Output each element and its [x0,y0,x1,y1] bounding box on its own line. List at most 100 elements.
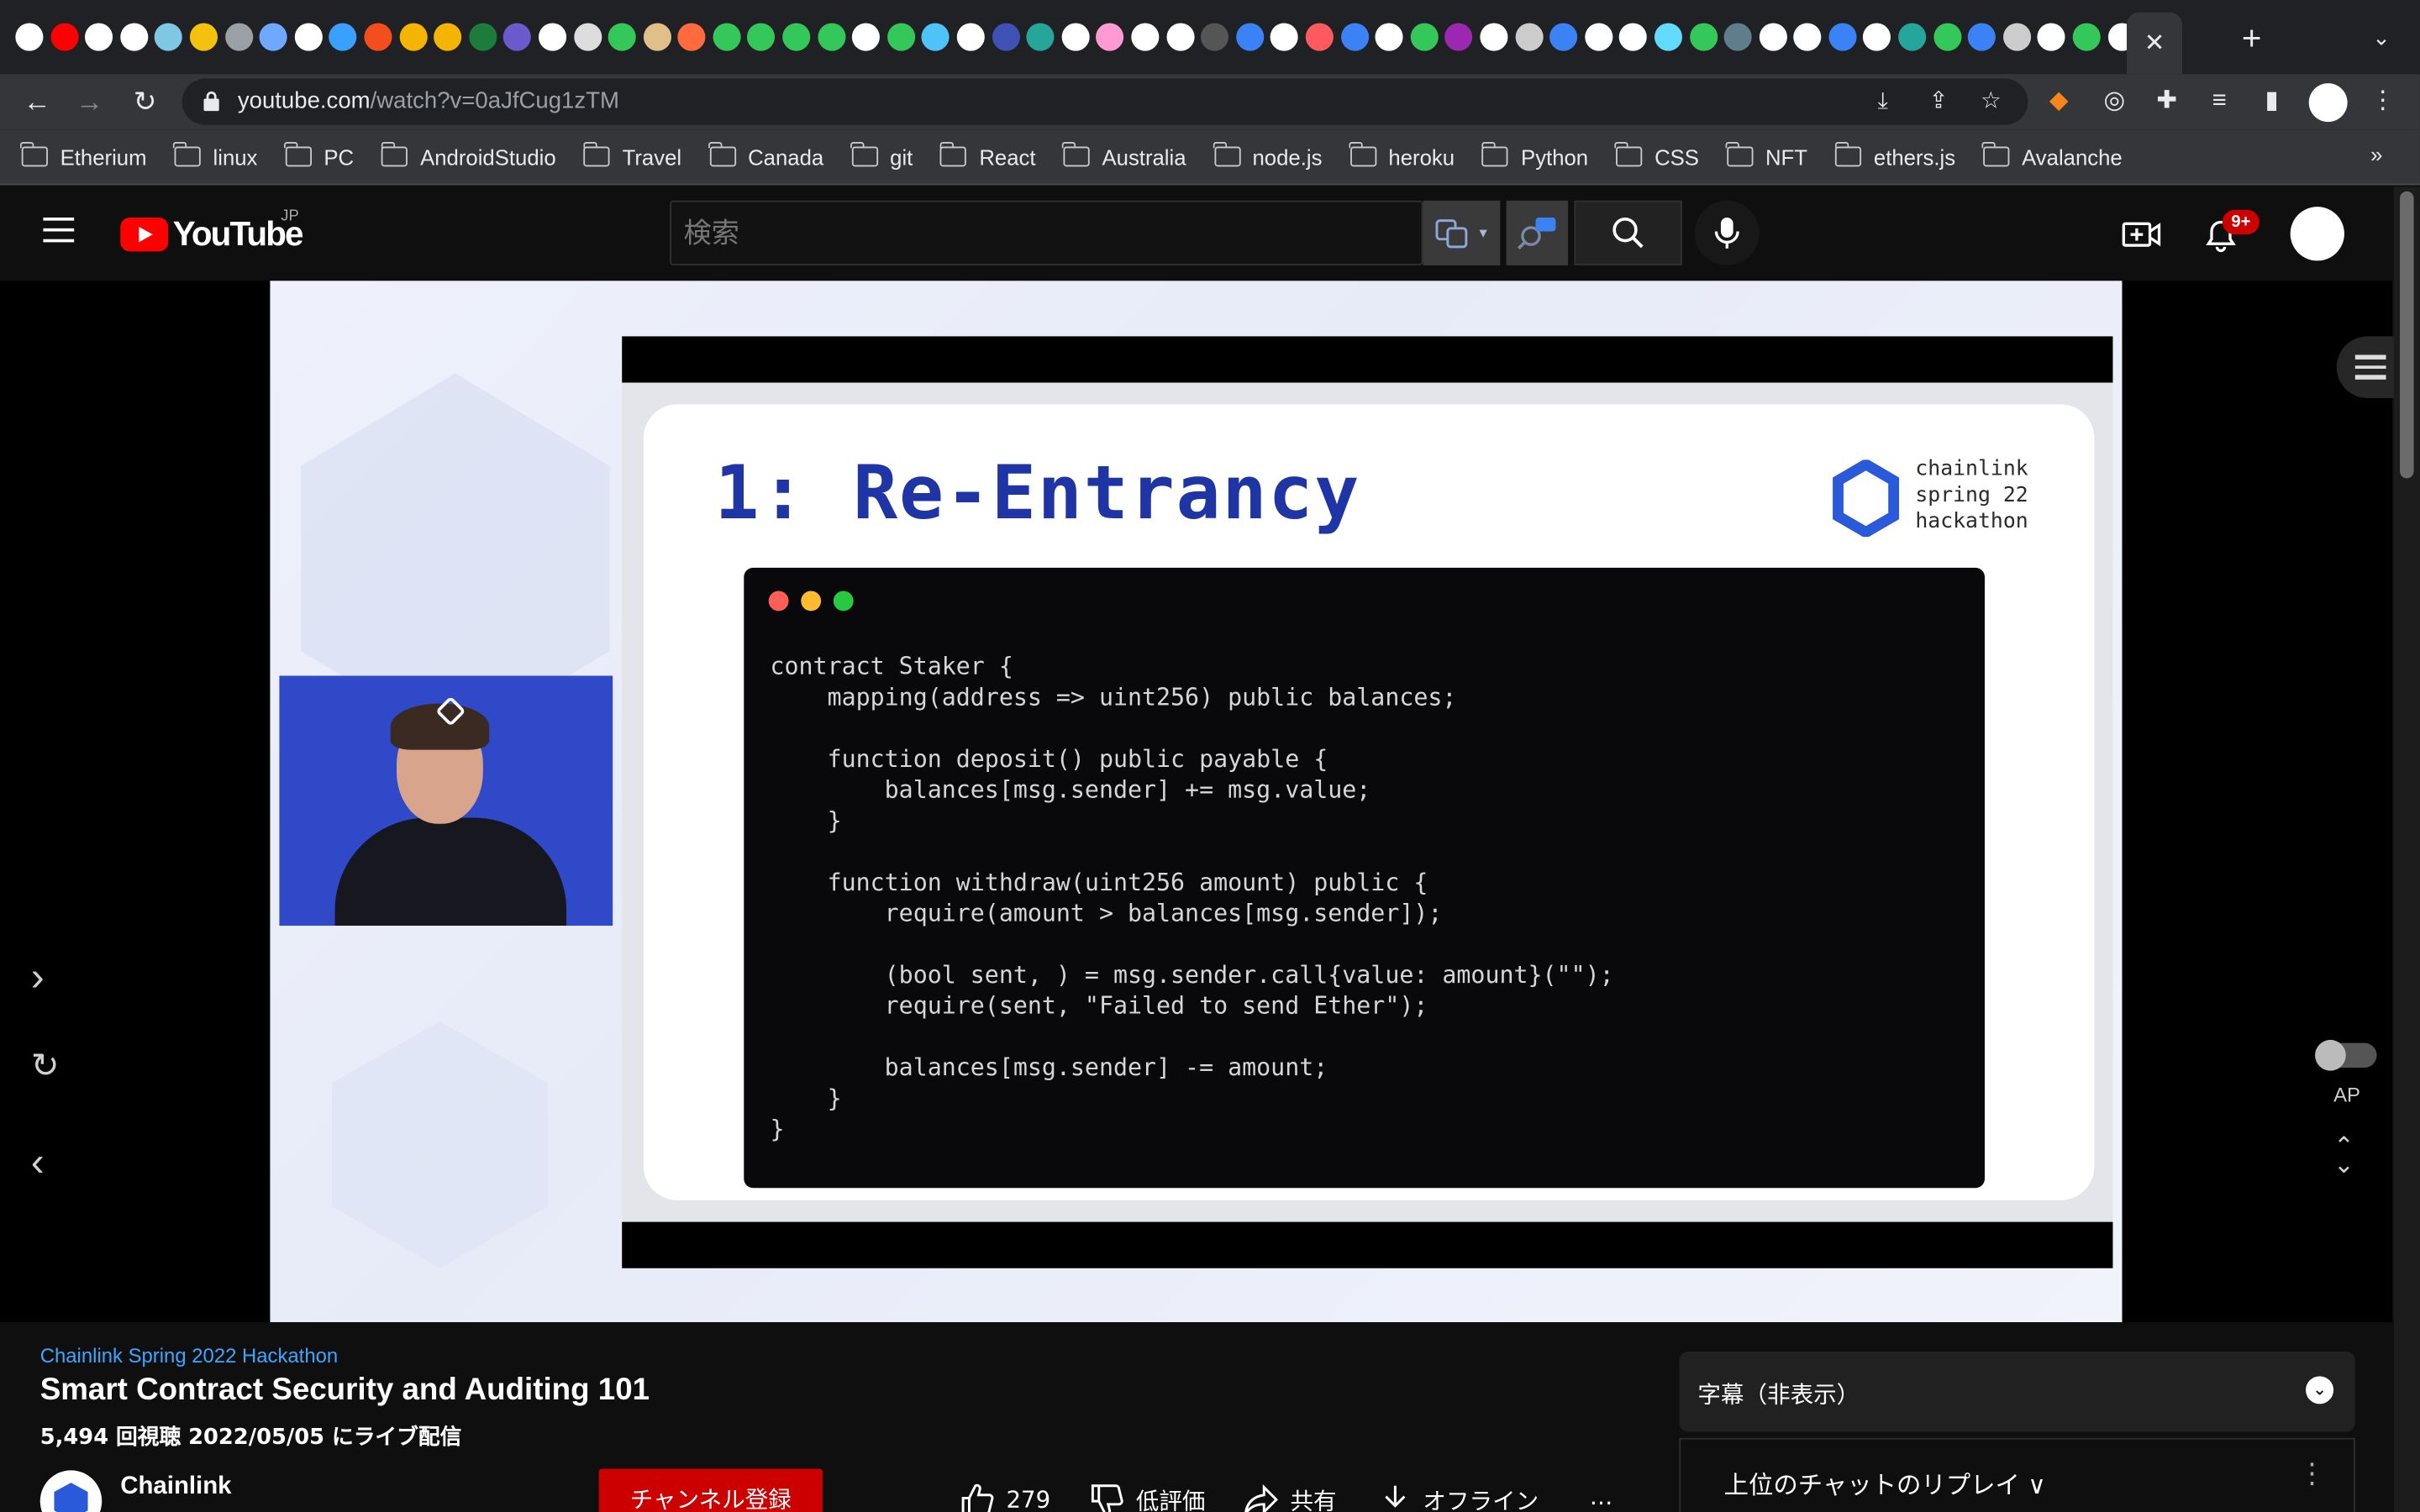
app-icon[interactable] [1201,23,1229,51]
bookmark-folder[interactable]: heroku [1349,141,1455,169]
new-tab-button[interactable]: + [2235,21,2269,55]
chrome-icon[interactable] [294,23,323,51]
bookmarks-overflow-button[interactable]: » [2370,142,2382,166]
app-icon[interactable] [1061,23,1090,51]
tab-search-icon[interactable]: ⌄ [2367,24,2395,52]
video-frame[interactable]: 1: Re-Entrancy chainlink spring 22 hacka… [270,281,2123,1323]
active-tab-close-button[interactable]: ✕ [2126,12,2183,75]
bookmark-folder[interactable]: Etherium [20,141,147,169]
youtube-logo[interactable]: YouTube [120,214,304,255]
chevron-down-icon[interactable]: ⌄ [2306,1376,2334,1404]
chrome-icon[interactable] [1480,23,1508,51]
app-icon[interactable] [677,23,706,51]
share-icon[interactable]: ⇪ [1923,87,1954,118]
butterfly-icon[interactable] [259,23,287,51]
app-icon[interactable] [1340,23,1369,51]
github-icon[interactable] [1165,23,1194,51]
share-button[interactable]: 共有 [1244,1483,1337,1512]
autoplay-toggle[interactable] [2315,1039,2377,1071]
search-input[interactable] [671,202,1422,265]
chrome-icon[interactable] [1270,23,1299,51]
figma-icon[interactable] [364,23,392,51]
github-icon[interactable] [1375,23,1403,51]
app-icon[interactable] [1898,23,1927,51]
app-icon[interactable] [1584,23,1612,51]
bookmark-folder[interactable]: git [850,141,913,169]
translate-extension-button[interactable]: ▾ [1423,200,1501,265]
back-button[interactable]: ← [18,83,55,120]
chrome-icon[interactable] [1863,23,1891,51]
profile-avatar[interactable] [2308,83,2348,123]
app-icon[interactable] [468,23,497,51]
scrollbar-thumb[interactable] [2400,191,2414,479]
create-video-icon[interactable] [2121,214,2161,255]
notion-icon[interactable] [1793,23,1822,51]
channel-name[interactable]: Chainlink [120,1473,231,1501]
voice-search-button[interactable] [1694,200,1760,265]
bookmark-folder[interactable]: React [939,141,1036,169]
app-icon[interactable] [747,23,776,51]
react-icon[interactable] [1654,23,1682,51]
app-icon[interactable] [398,23,427,51]
media-queue-icon[interactable]: ≡ [2204,87,2235,118]
reload-button[interactable]: ↻ [127,83,164,120]
app-icon[interactable] [1235,23,1264,51]
app-icon[interactable] [2038,23,2066,51]
replay-icon[interactable]: ↻ [31,1046,60,1086]
app-icon[interactable] [1514,23,1543,51]
youtube-icon[interactable] [50,23,78,51]
google-icon[interactable] [956,23,985,51]
app-icon[interactable] [1026,23,1055,51]
app-icon[interactable] [1444,23,1473,51]
bookmark-folder[interactable]: Python [1481,141,1588,169]
like-button[interactable]: 279 [960,1483,1050,1512]
dislike-button[interactable]: 低評価 [1090,1483,1205,1512]
address-bar[interactable]: youtube.com/watch?v=0aJfCug1zTM ⤓ ⇪ ☆ [182,78,2028,125]
app-icon[interactable] [1689,23,1718,51]
bookmark-folder[interactable]: ethers.js [1833,141,1955,169]
app-icon[interactable] [608,23,636,51]
warning-icon[interactable] [189,23,218,51]
github-icon[interactable] [15,23,44,51]
download-button[interactable]: オフライン [1380,1483,1539,1512]
url-text[interactable]: youtube.com/watch?v=0aJfCug1zTM [238,88,619,114]
expand-collapse-icon[interactable]: ⌃ ⌄ [2333,1135,2354,1178]
vscode-icon[interactable] [329,23,357,51]
forward-button[interactable]: → [71,83,108,120]
caption-search-button[interactable] [1506,200,1569,265]
bookmark-folder[interactable]: Avalanche [1982,141,2123,169]
bookmark-folder[interactable]: Australia [1062,141,1186,169]
app-icon[interactable] [1096,23,1124,51]
bookmark-folder[interactable]: Canada [708,141,823,169]
doc-icon[interactable] [224,23,253,51]
github-icon[interactable] [1759,23,1787,51]
app-icon[interactable] [782,23,811,51]
github-icon[interactable] [852,23,881,51]
google-icon[interactable] [1619,23,1648,51]
app-icon[interactable] [1933,23,1961,51]
previous-chevron-icon[interactable]: ‹ [31,1138,45,1186]
next-chevron-icon[interactable]: › [31,953,45,1001]
app-icon[interactable] [1549,23,1578,51]
github-icon[interactable] [538,23,566,51]
account-avatar[interactable] [2290,207,2344,261]
bookmark-folder[interactable]: CSS [1615,141,1699,169]
app-icon[interactable] [1968,23,1996,51]
app-icon[interactable] [2072,23,2101,51]
video-hashtag-link[interactable]: Chainlink Spring 2022 Hackathon [40,1344,338,1368]
app-icon[interactable] [1723,23,1752,51]
guide-menu-icon[interactable] [43,217,76,245]
bookmark-folder[interactable]: PC [284,141,354,169]
app-icon[interactable] [817,23,845,51]
app-icon[interactable] [573,23,602,51]
app-icon[interactable] [85,23,113,51]
app-icon[interactable] [886,23,915,51]
app-icon[interactable] [434,23,462,51]
github-icon[interactable] [119,23,148,51]
app-icon[interactable] [155,23,183,51]
bookmark-folder[interactable]: linux [173,141,257,169]
notion-icon[interactable] [1131,23,1160,51]
app-icon[interactable] [922,23,950,51]
app-icon[interactable] [713,23,741,51]
install-icon[interactable]: ⤓ [1867,87,1898,118]
